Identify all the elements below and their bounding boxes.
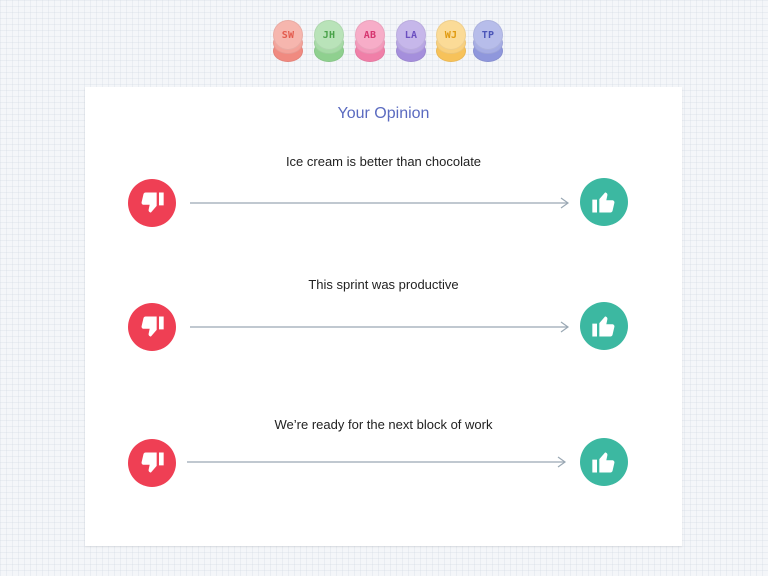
thumbs-down-icon [141, 452, 164, 473]
participant-initials: TP [473, 20, 503, 50]
participant-token-ab[interactable]: AB [355, 20, 385, 64]
thumbs-up-icon [592, 452, 615, 473]
statement-row: We’re ready for the next block of work [85, 417, 682, 497]
thumbs-up-button[interactable] [580, 302, 628, 350]
thumbs-down-button[interactable] [128, 439, 176, 487]
scale-arrow [187, 456, 567, 468]
card-title: Your Opinion [337, 105, 430, 122]
agreement-scale[interactable] [187, 456, 569, 468]
scale-arrow [190, 197, 570, 209]
participant-initials: JH [314, 20, 344, 50]
thumbs-down-button[interactable] [128, 179, 176, 227]
participant-initials: SW [273, 20, 303, 50]
statement-row: This sprint was productive [85, 277, 682, 357]
thumbs-up-button[interactable] [580, 438, 628, 486]
participant-initials: LA [396, 20, 426, 50]
thumbs-down-button[interactable] [128, 303, 176, 351]
agreement-scale[interactable] [190, 197, 572, 209]
participant-token-tp[interactable]: TP [473, 20, 503, 64]
thumbs-up-button[interactable] [580, 178, 628, 226]
statement-text: Ice cream is better than chocolate [285, 154, 482, 169]
participant-token-jh[interactable]: JH [314, 20, 344, 64]
agreement-scale[interactable] [190, 321, 572, 333]
opinion-card: Your Opinion Ice cream is better than ch… [85, 87, 682, 546]
thumbs-down-icon [141, 316, 164, 337]
statement-row: Ice cream is better than chocolate [85, 154, 682, 234]
scale-arrow [190, 321, 570, 333]
statement-text: We’re ready for the next block of work [274, 417, 493, 432]
statement-text: This sprint was productive [308, 277, 459, 292]
participant-initials: WJ [436, 20, 466, 50]
participant-token-wj[interactable]: WJ [436, 20, 466, 64]
participant-tokens: SW JH AB LA WJ TP [273, 20, 508, 68]
thumbs-up-icon [592, 192, 615, 213]
participant-initials: AB [355, 20, 385, 50]
thumbs-down-icon [141, 192, 164, 213]
participant-token-sw[interactable]: SW [273, 20, 303, 64]
thumbs-up-icon [592, 316, 615, 337]
participant-token-la[interactable]: LA [396, 20, 426, 64]
